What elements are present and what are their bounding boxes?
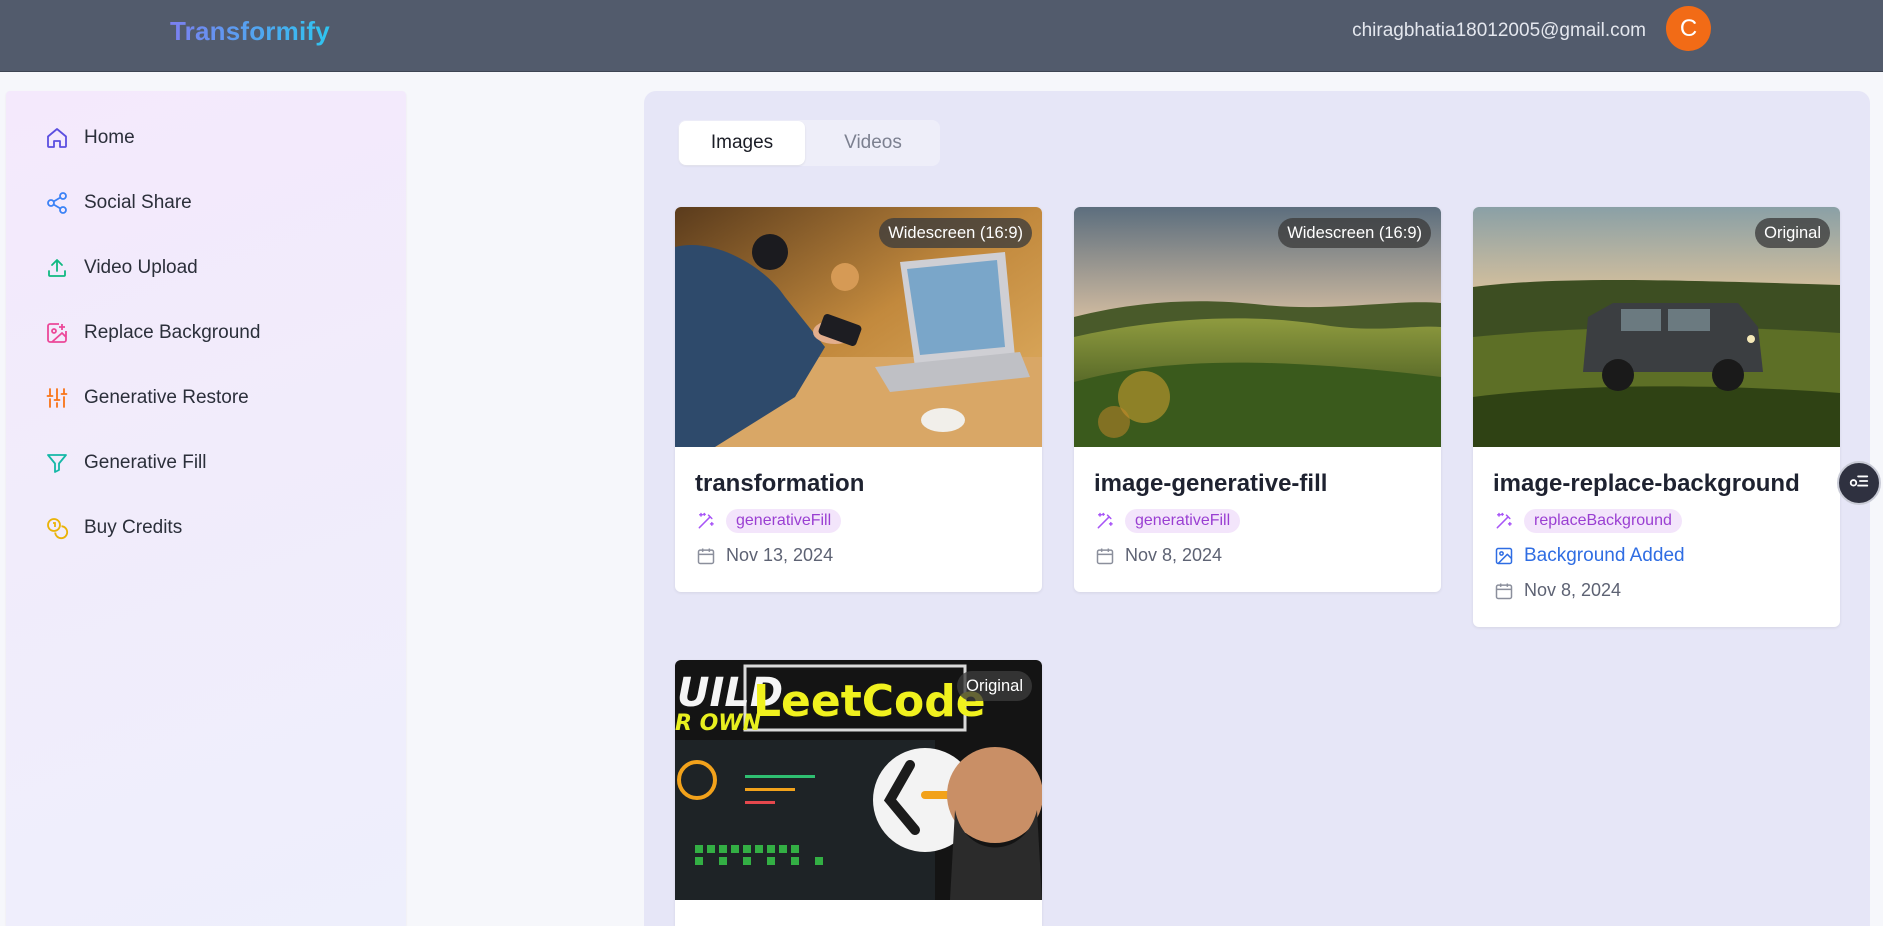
card-title: image-generative-fill [1094, 470, 1328, 497]
image-card[interactable]: UILD R OWN LeetCode Original [675, 660, 1042, 926]
transformation-type-chip: generativeFill [1125, 508, 1241, 533]
sidebar: Home Social Share Video Upload Replace B… [6, 91, 406, 926]
sidebar-item-label: Video Upload [84, 257, 198, 278]
sidebar-item-buy-credits[interactable]: Buy Credits [44, 508, 182, 548]
floating-toggle-button[interactable] [1837, 461, 1881, 505]
aspect-ratio-badge: Widescreen (16:9) [879, 218, 1032, 248]
sidebar-item-home[interactable]: Home [44, 118, 135, 158]
magic-wand-icon [1094, 510, 1116, 532]
card-title: transformation [695, 470, 865, 497]
calendar-icon [1493, 580, 1515, 602]
home-icon [44, 125, 70, 151]
sidebar-item-generative-fill[interactable]: Generative Fill [44, 443, 207, 483]
image-icon [1493, 545, 1515, 567]
sidebar-item-label: Generative Restore [84, 387, 249, 408]
card-thumbnail[interactable]: UILD R OWN LeetCode Original [675, 660, 1042, 900]
sidebar-item-label: Social Share [84, 192, 192, 213]
card-date: Nov 8, 2024 [1125, 545, 1223, 565]
coins-icon [44, 515, 70, 541]
tab-videos[interactable]: Videos [808, 121, 938, 165]
transformation-type-chip: generativeFill [726, 508, 842, 533]
aspect-ratio-badge: Original [957, 671, 1032, 701]
user-email: chiragbhatia18012005@gmail.com [1352, 20, 1646, 41]
sidebar-item-replace-background[interactable]: Replace Background [44, 313, 260, 353]
sidebar-item-generative-restore[interactable]: Generative Restore [44, 378, 249, 418]
sidebar-item-label: Replace Background [84, 322, 261, 343]
calendar-icon [695, 545, 717, 567]
thumbnail-text-leetcode: LeetCode [753, 676, 986, 727]
calendar-icon [1094, 545, 1116, 567]
filter-icon [44, 450, 70, 476]
list-settings-icon [1848, 470, 1870, 497]
card-thumbnail[interactable]: Original [1473, 207, 1840, 447]
sliders-icon [44, 385, 70, 411]
sidebar-item-video-upload[interactable]: Video Upload [44, 248, 198, 288]
tab-images[interactable]: Images [679, 121, 805, 165]
brand-logo[interactable]: Transformify [170, 16, 330, 47]
card-date: Nov 8, 2024 [1524, 580, 1622, 600]
gallery-panel: Images Videos Widescreen (16:9) transfor… [644, 91, 1870, 926]
magic-wand-icon [695, 510, 717, 532]
share-icon [44, 190, 70, 216]
sidebar-item-label: Buy Credits [84, 517, 183, 538]
transformation-type-chip: replaceBackground [1524, 508, 1682, 533]
image-plus-icon [44, 320, 70, 346]
thumbnail-text-own: R OWN [675, 711, 761, 736]
image-card[interactable]: Widescreen (16:9) transformation generat… [675, 207, 1042, 592]
background-added-label: Background Added [1524, 544, 1685, 566]
image-card[interactable]: Widescreen (16:9) image-generative-fill … [1074, 207, 1441, 592]
card-thumbnail[interactable]: Widescreen (16:9) [1074, 207, 1441, 447]
media-tabs: Images Videos [678, 120, 940, 166]
sidebar-item-label: Home [84, 127, 135, 148]
upload-icon [44, 255, 70, 281]
aspect-ratio-badge: Original [1755, 218, 1830, 248]
top-bar: Transformify chiragbhatia18012005@gmail.… [0, 0, 1883, 72]
image-card[interactable]: Original image-replace-background replac… [1473, 207, 1840, 627]
card-date: Nov 13, 2024 [726, 545, 834, 565]
user-avatar[interactable]: C [1666, 6, 1711, 51]
sidebar-item-label: Generative Fill [84, 452, 207, 473]
card-title: image-replace-background [1493, 470, 1800, 497]
sidebar-item-social-share[interactable]: Social Share [44, 183, 192, 223]
aspect-ratio-badge: Widescreen (16:9) [1278, 218, 1431, 248]
magic-wand-icon [1493, 510, 1515, 532]
card-thumbnail[interactable]: Widescreen (16:9) [675, 207, 1042, 447]
